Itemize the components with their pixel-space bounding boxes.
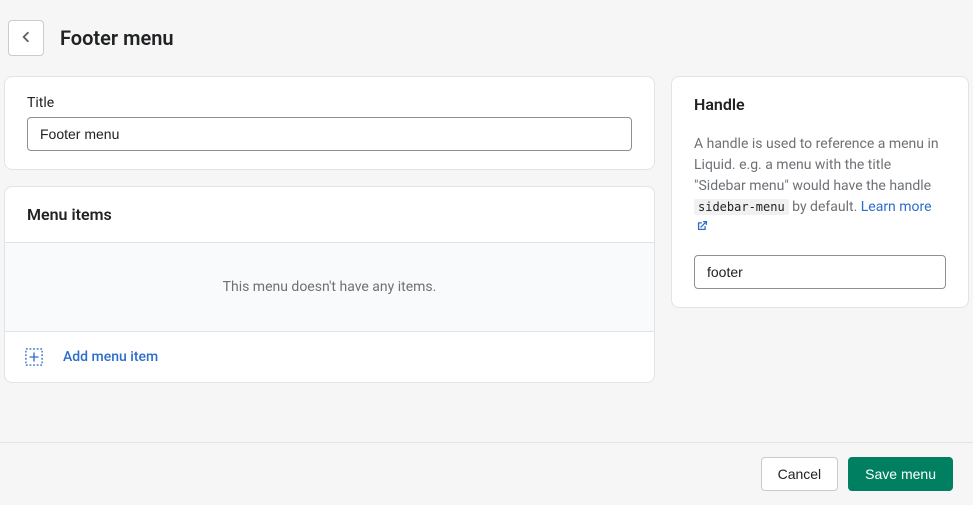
save-button[interactable]: Save menu [848, 457, 953, 491]
add-menu-item-button[interactable]: Add menu item [5, 332, 654, 382]
handle-desc-prefix: A handle is used to reference a menu in … [694, 136, 939, 194]
menu-items-heading: Menu items [5, 187, 654, 243]
cancel-button[interactable]: Cancel [761, 457, 839, 491]
handle-description: A handle is used to reference a menu in … [694, 134, 946, 239]
page-title: Footer menu [60, 26, 174, 50]
handle-input[interactable] [694, 255, 946, 289]
learn-more-text: Learn more [861, 199, 932, 215]
external-link-icon [696, 218, 709, 239]
handle-desc-suffix: by default. [789, 199, 861, 215]
title-label: Title [27, 95, 632, 111]
title-card: Title [4, 76, 655, 170]
back-button[interactable] [8, 20, 44, 56]
footer-actions: Cancel Save menu [0, 442, 973, 505]
add-dashed-icon [25, 348, 43, 366]
arrow-left-icon [17, 28, 35, 49]
title-input[interactable] [27, 117, 632, 151]
handle-code-example: sidebar-menu [694, 199, 789, 215]
page-header: Footer menu [0, 0, 973, 76]
handle-card: Handle A handle is used to reference a m… [671, 76, 969, 308]
add-menu-item-label: Add menu item [63, 349, 158, 365]
handle-heading: Handle [694, 95, 946, 114]
menu-items-card: Menu items This menu doesn't have any it… [4, 186, 655, 383]
menu-items-empty: This menu doesn't have any items. [5, 243, 654, 332]
